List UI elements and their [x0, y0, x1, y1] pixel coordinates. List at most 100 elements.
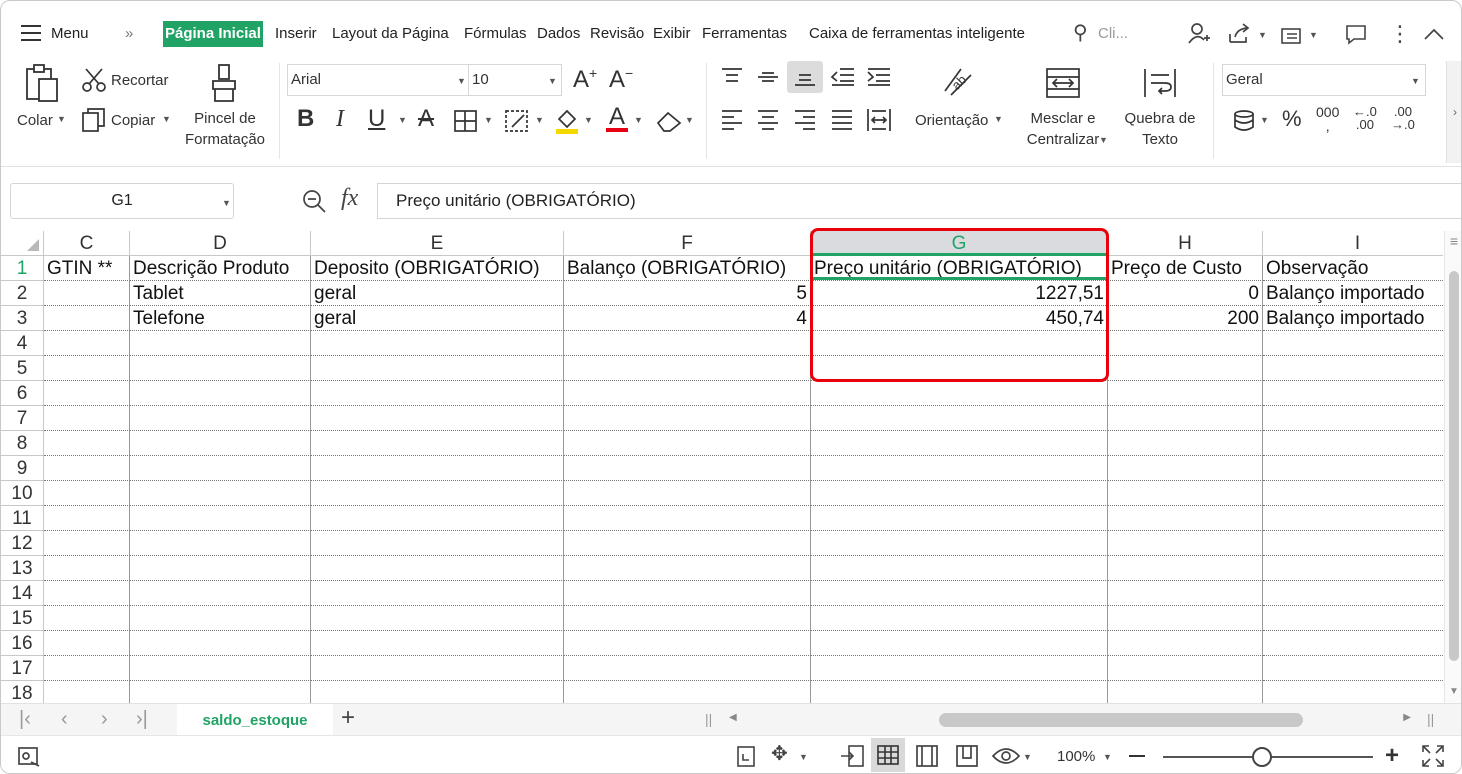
cell-f15[interactable]: [564, 606, 811, 631]
cell-c3[interactable]: [44, 306, 130, 331]
percent-icon[interactable]: %: [1282, 108, 1302, 130]
cell-i5[interactable]: [1263, 356, 1443, 381]
cell-e17[interactable]: [311, 656, 564, 681]
cell-d5[interactable]: [130, 356, 311, 381]
decrease-indent-icon[interactable]: [830, 67, 856, 87]
cell-e12[interactable]: [311, 531, 564, 556]
cell-i14[interactable]: [1263, 581, 1443, 606]
cell-h5[interactable]: [1108, 356, 1263, 381]
cell-d1[interactable]: Descrição Produto: [130, 256, 311, 281]
freeze-caret-icon[interactable]: ▼: [799, 752, 808, 762]
cell-d8[interactable]: [130, 431, 311, 456]
cell-e6[interactable]: [311, 381, 564, 406]
cell-h7[interactable]: [1108, 406, 1263, 431]
cell-g2[interactable]: 1227,51: [811, 281, 1108, 306]
row-header[interactable]: 10: [1, 481, 44, 506]
more-options-icon[interactable]: ⋮: [1389, 23, 1411, 45]
tab-exibir[interactable]: Exibir: [653, 21, 691, 47]
cell-c14[interactable]: [44, 581, 130, 606]
cell-c11[interactable]: [44, 506, 130, 531]
cell-c6[interactable]: [44, 381, 130, 406]
hscroll-right-icon[interactable]: ▶: [1403, 712, 1411, 723]
borders-icon[interactable]: [453, 109, 479, 133]
export-icon[interactable]: [1279, 23, 1305, 45]
align-left-icon[interactable]: [720, 109, 744, 131]
orientation-caret-icon[interactable]: ▼: [994, 114, 1003, 124]
align-middle-icon[interactable]: [756, 67, 780, 87]
cell-h13[interactable]: [1108, 556, 1263, 581]
cell-i13[interactable]: [1263, 556, 1443, 581]
cell-g8[interactable]: [811, 431, 1108, 456]
cell-c2[interactable]: [44, 281, 130, 306]
cell-style-icon[interactable]: [504, 109, 530, 133]
accounting-icon[interactable]: [1231, 109, 1257, 133]
prev-sheet-icon[interactable]: ‹: [61, 708, 68, 731]
increase-font-icon[interactable]: A+: [573, 66, 597, 92]
cell-d16[interactable]: [130, 631, 311, 656]
zoom-out-icon[interactable]: [1129, 755, 1145, 757]
menu-button[interactable]: Menu: [51, 21, 89, 47]
column-header-c[interactable]: C: [44, 231, 130, 256]
vertical-scrollbar[interactable]: ≡ ▼: [1444, 231, 1461, 703]
collapse-ribbon-icon[interactable]: [1423, 27, 1445, 41]
row-header[interactable]: 3: [1, 306, 44, 331]
font-name-select[interactable]: Arial: [287, 64, 471, 96]
share-icon[interactable]: [1227, 22, 1253, 46]
fill-color-icon[interactable]: [554, 107, 580, 135]
cell-f9[interactable]: [564, 456, 811, 481]
row-header[interactable]: 5: [1, 356, 44, 381]
row-header[interactable]: 8: [1, 431, 44, 456]
row-header[interactable]: 16: [1, 631, 44, 656]
cell-h14[interactable]: [1108, 581, 1263, 606]
cell-f4[interactable]: [564, 331, 811, 356]
row-header[interactable]: 15: [1, 606, 44, 631]
cell-h17[interactable]: [1108, 656, 1263, 681]
cell-style-caret-icon[interactable]: ▼: [535, 115, 544, 125]
page-layout-view-icon[interactable]: [915, 744, 939, 768]
cell-i17[interactable]: [1263, 656, 1443, 681]
cell-i4[interactable]: [1263, 331, 1443, 356]
cell-e3[interactable]: geral: [311, 306, 564, 331]
cell-c13[interactable]: [44, 556, 130, 581]
eye-protection-icon[interactable]: [991, 744, 1021, 768]
cell-d7[interactable]: [130, 406, 311, 431]
cell-d17[interactable]: [130, 656, 311, 681]
cell-d6[interactable]: [130, 381, 311, 406]
cell-f6[interactable]: [564, 381, 811, 406]
tab-inserir[interactable]: Inserir: [275, 21, 317, 47]
cell-h15[interactable]: [1108, 606, 1263, 631]
cell-g11[interactable]: [811, 506, 1108, 531]
tab-ferramentas[interactable]: Ferramentas: [702, 21, 787, 47]
cell-i15[interactable]: [1263, 606, 1443, 631]
cell-f3[interactable]: 4: [564, 306, 811, 331]
number-format-caret-icon[interactable]: ▼: [1411, 76, 1420, 86]
cell-i9[interactable]: [1263, 456, 1443, 481]
cell-c10[interactable]: [44, 481, 130, 506]
strikethrough-icon[interactable]: A: [418, 107, 434, 131]
cell-i3[interactable]: Balanço importado: [1263, 306, 1443, 331]
row-header[interactable]: 12: [1, 531, 44, 556]
cell-g7[interactable]: [811, 406, 1108, 431]
cell-d18[interactable]: [130, 681, 311, 703]
paste-button[interactable]: Colar: [17, 110, 53, 131]
fx-icon[interactable]: fx: [341, 185, 358, 212]
column-header-g[interactable]: G: [811, 231, 1108, 256]
cell-g18[interactable]: [811, 681, 1108, 703]
select-all-corner[interactable]: [1, 231, 44, 256]
cell-c8[interactable]: [44, 431, 130, 456]
justify-icon[interactable]: [830, 109, 854, 131]
cell-h3[interactable]: 200: [1108, 306, 1263, 331]
cell-e2[interactable]: geral: [311, 281, 564, 306]
cell-e13[interactable]: [311, 556, 564, 581]
wrap-text-icon[interactable]: [1141, 67, 1179, 99]
vscroll-down-icon[interactable]: ▼: [1449, 686, 1459, 697]
copy-caret-icon[interactable]: ▼: [162, 114, 171, 124]
cell-e9[interactable]: [311, 456, 564, 481]
cell-e18[interactable]: [311, 681, 564, 703]
cell-i1[interactable]: Observação: [1263, 256, 1443, 281]
cell-h10[interactable]: [1108, 481, 1263, 506]
cell-g17[interactable]: [811, 656, 1108, 681]
cell-c4[interactable]: [44, 331, 130, 356]
name-box[interactable]: G1: [10, 183, 234, 219]
comment-icon[interactable]: [1344, 23, 1368, 45]
